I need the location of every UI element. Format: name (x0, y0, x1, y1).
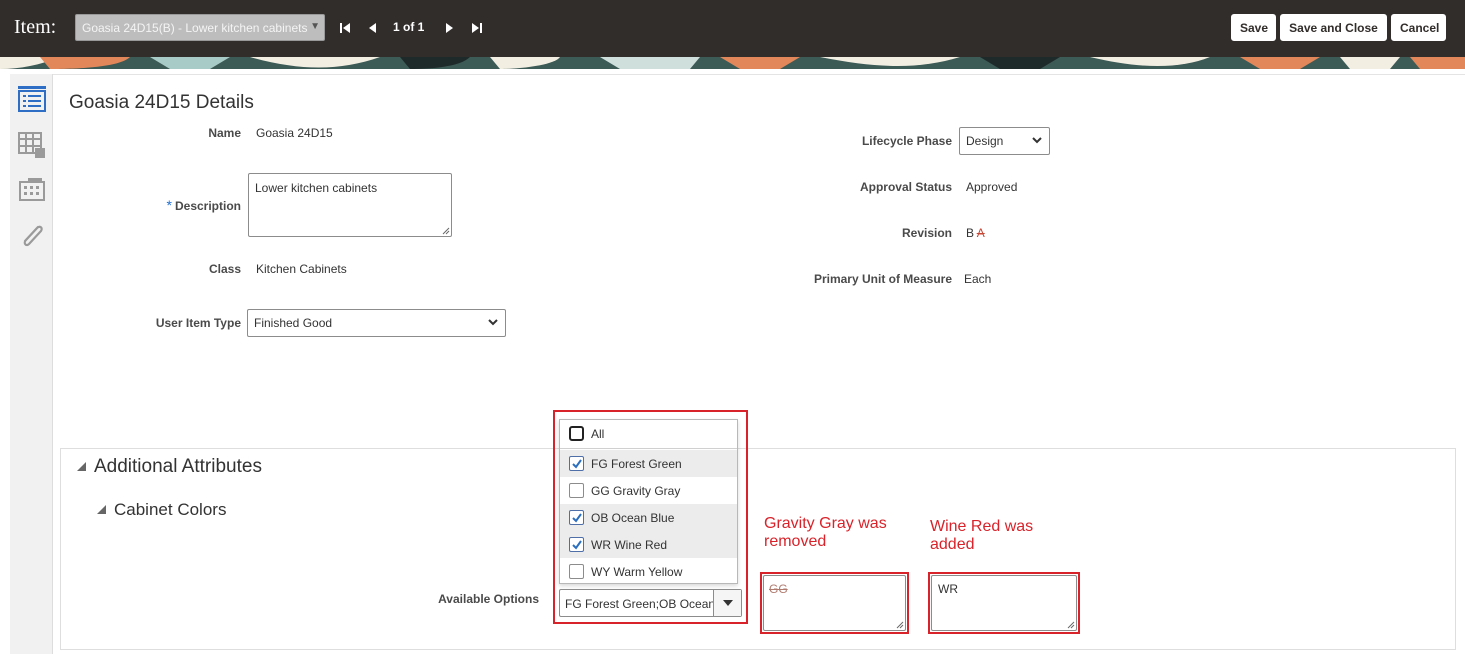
left-nav-strip (10, 74, 53, 654)
option-label: WY Warm Yellow (591, 565, 683, 579)
divider (560, 448, 737, 449)
header-bar: Item: Goasia 24D15(B) - Lower kitchen ca… (0, 0, 1465, 57)
option-ob-ocean-blue[interactable]: OB Ocean Blue (560, 504, 737, 531)
description-label-text: Description (174, 199, 241, 213)
option-label: WR Wine Red (591, 538, 668, 552)
chevron-down-icon: ▼ (310, 21, 320, 32)
available-options-label: Available Options (438, 592, 539, 606)
cancel-button[interactable]: Cancel (1391, 14, 1446, 41)
checkmark-icon (572, 513, 582, 523)
option-label: FG Forest Green (591, 457, 682, 471)
chevron-down-icon (1032, 137, 1042, 144)
checkmark-icon (572, 459, 582, 469)
item-selector[interactable]: Goasia 24D15(B) - Lower kitchen cabinets… (75, 14, 325, 41)
description-value: Lower kitchen cabinets (255, 181, 378, 195)
name-label: Name (208, 126, 241, 140)
options-dropdown-list: All FG Forest Green GG Gravity Gray OB O… (559, 419, 738, 584)
additional-attributes-panel (60, 448, 1456, 650)
lifecycle-phase-value: Design (966, 134, 1004, 148)
decorative-banner (0, 57, 1465, 69)
pager-text: 1 of 1 (393, 20, 425, 34)
content-top-border (53, 74, 1465, 75)
option-checkbox[interactable] (569, 510, 584, 525)
page-title: Goasia 24D15 Details (69, 92, 254, 113)
option-checkbox[interactable] (569, 426, 584, 441)
removed-annotation: Gravity Gray was removed (764, 515, 887, 550)
organizations-building-icon[interactable] (16, 174, 48, 206)
approval-status-label: Approval Status (859, 180, 952, 194)
option-fg-forest-green[interactable]: FG Forest Green (560, 450, 737, 477)
option-label: GG Gravity Gray (591, 484, 681, 498)
user-item-type-label: User Item Type (155, 316, 241, 330)
option-label: OB Ocean Blue (591, 511, 675, 525)
cabinet-colors-heading: Cabinet Colors (114, 500, 227, 519)
chevron-down-icon (488, 319, 498, 326)
removed-value: GG (769, 582, 788, 596)
caret-down-icon (723, 600, 733, 606)
lifecycle-phase-select[interactable]: Design (959, 127, 1050, 155)
approval-status-value: Approved (966, 180, 1018, 194)
added-values-textarea[interactable]: WR (931, 575, 1077, 631)
available-options-combobox[interactable]: FG Forest Green;OB Ocean Blue;WR Wine Re… (559, 589, 742, 617)
additional-attributes-heading: Additional Attributes (94, 456, 262, 477)
item-label: Item: (14, 16, 57, 38)
revision-label: Revision (901, 226, 952, 240)
lifecycle-phase-label: Lifecycle Phase (861, 134, 952, 148)
structure-grid-icon[interactable] (16, 129, 48, 161)
resize-grip-icon[interactable] (896, 621, 904, 629)
revision-previous: A (976, 226, 985, 240)
removed-values-textarea[interactable]: GG (763, 575, 906, 631)
required-indicator: * (166, 197, 172, 213)
class-label: Class (208, 262, 241, 276)
last-page-icon[interactable] (470, 20, 484, 36)
details-list-icon[interactable] (16, 84, 48, 116)
added-annotation: Wine Red was added (930, 518, 1034, 553)
description-textarea[interactable]: Lower kitchen cabinets (248, 173, 452, 237)
description-label: * Description (120, 197, 241, 213)
name-value: Goasia 24D15 (256, 126, 333, 140)
option-checkbox[interactable] (569, 456, 584, 471)
revision-value: B A (966, 226, 985, 240)
collapse-triangle-icon[interactable] (96, 504, 107, 515)
dropdown-toggle-button[interactable] (713, 590, 741, 616)
option-checkbox[interactable] (569, 564, 584, 579)
class-value: Kitchen Cabinets (256, 262, 347, 276)
save-and-close-button[interactable]: Save and Close (1280, 14, 1387, 41)
save-button[interactable]: Save (1231, 14, 1276, 41)
option-label: All (591, 427, 605, 441)
revision-current: B (966, 226, 975, 240)
uom-value: Each (964, 272, 992, 286)
option-wr-wine-red[interactable]: WR Wine Red (560, 531, 737, 558)
user-item-type-select[interactable]: Finished Good (247, 309, 506, 337)
previous-page-icon[interactable] (366, 20, 380, 36)
collapse-triangle-icon[interactable] (76, 461, 87, 472)
item-selector-value: Goasia 24D15(B) - Lower kitchen cabinets (82, 21, 308, 35)
resize-grip-icon[interactable] (442, 227, 450, 235)
option-gg-gravity-gray[interactable]: GG Gravity Gray (560, 477, 737, 504)
added-value: WR (938, 582, 958, 596)
attachment-paperclip-icon[interactable] (16, 220, 48, 252)
next-page-icon[interactable] (442, 20, 456, 36)
option-checkbox[interactable] (569, 537, 584, 552)
uom-label: Primary Unit of Measure (813, 272, 952, 286)
user-item-type-value: Finished Good (254, 316, 333, 330)
resize-grip-icon[interactable] (1067, 621, 1075, 629)
option-checkbox[interactable] (569, 483, 584, 498)
checkmark-icon (572, 540, 582, 550)
option-all[interactable]: All (560, 420, 737, 447)
first-page-icon[interactable] (338, 20, 352, 36)
option-wy-warm-yellow[interactable]: WY Warm Yellow (560, 558, 737, 585)
available-options-value: FG Forest Green;OB Ocean Blue;WR Wine Re… (565, 597, 715, 611)
